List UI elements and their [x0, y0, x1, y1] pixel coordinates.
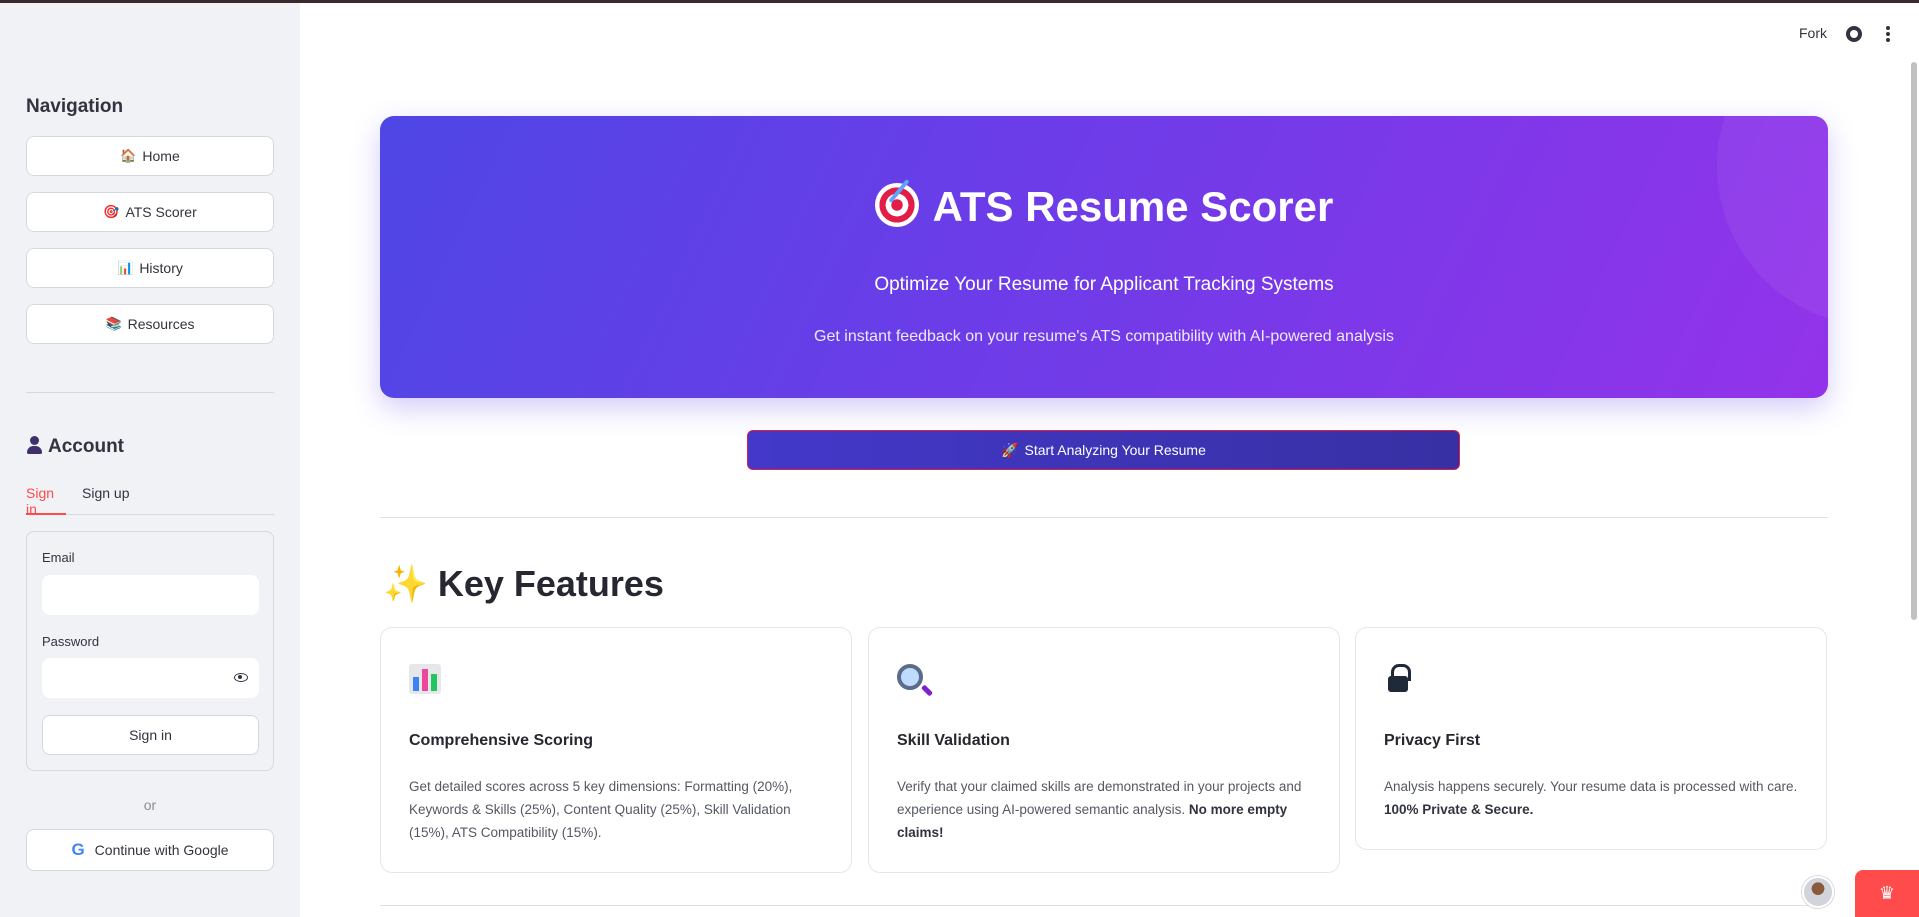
google-icon: G — [71, 840, 85, 859]
feature-title: Privacy First — [1384, 732, 1481, 749]
hero-title: ATS Resume Scorer — [380, 183, 1828, 231]
bar-chart-icon — [409, 664, 441, 694]
nav-button-ats-scorer[interactable]: 🎯 ATS Scorer — [26, 192, 274, 232]
crown-icon[interactable]: ♛ — [1855, 870, 1919, 917]
nav-label-resources: Resources — [127, 316, 195, 332]
books-icon: 📚 — [105, 316, 122, 331]
top-accent-line — [0, 0, 1919, 3]
fork-link[interactable]: Fork — [1799, 25, 1827, 41]
account-heading: Account — [26, 436, 124, 458]
start-analyzing-button[interactable]: 🚀 Start Analyzing Your Resume — [747, 430, 1460, 470]
lock-icon — [1388, 664, 1411, 692]
feature-description: Verify that your claimed skills are demo… — [897, 779, 1302, 840]
email-label: Email — [42, 550, 75, 565]
continue-with-google-button[interactable]: G Continue with Google — [26, 829, 274, 871]
person-icon — [26, 436, 42, 454]
start-analyzing-label: Start Analyzing Your Resume — [1024, 442, 1206, 458]
auth-tabs: Sign in Sign up — [26, 483, 274, 517]
tab-sign-in[interactable]: Sign in — [26, 483, 66, 517]
target-icon — [874, 183, 919, 227]
account-heading-text: Account — [48, 436, 124, 457]
key-features-heading: ✨ Key Features — [383, 563, 664, 605]
feature-card-skill-validation: Skill Validation Verify that your claime… — [868, 627, 1340, 873]
nav-button-home[interactable]: 🏠 Home — [26, 136, 274, 176]
scrollbar[interactable] — [1911, 62, 1917, 620]
nav-button-history[interactable]: 📊 History — [26, 248, 274, 288]
navigation-heading: Navigation — [26, 96, 124, 117]
google-button-label: Continue with Google — [94, 842, 229, 858]
rocket-icon: 🚀 — [1001, 441, 1019, 458]
nav-label-ats-scorer: ATS Scorer — [125, 204, 197, 220]
section-divider — [380, 517, 1828, 518]
github-icon[interactable] — [1846, 26, 1862, 42]
nav-label-history: History — [139, 260, 183, 276]
or-separator: or — [143, 797, 157, 813]
feature-title: Skill Validation — [897, 732, 1010, 749]
sparkles-icon: ✨ — [383, 563, 428, 604]
sign-in-button[interactable]: Sign in — [42, 715, 259, 755]
feature-card-privacy: Privacy First Analysis happens securely.… — [1355, 627, 1827, 850]
chart-icon: 📊 — [117, 260, 134, 275]
hero-title-text: ATS Resume Scorer — [932, 183, 1334, 230]
nav-button-resources[interactable]: 📚 Resources — [26, 304, 274, 344]
show-password-icon[interactable] — [234, 673, 248, 682]
user-avatar[interactable] — [1802, 876, 1834, 908]
sign-in-form: Email Password Sign in — [26, 531, 274, 771]
tab-sign-up[interactable]: Sign up — [82, 483, 129, 515]
feature-title: Comprehensive Scoring — [409, 732, 594, 749]
hero-description: Get instant feedback on your resume's AT… — [814, 328, 1394, 345]
key-features-title: Key Features — [437, 563, 664, 604]
feature-description: Analysis happens securely. Your resume d… — [1384, 779, 1798, 817]
hero-subtitle: Optimize Your Resume for Applicant Track… — [874, 274, 1334, 295]
target-icon: 🎯 — [103, 204, 120, 219]
email-field[interactable] — [42, 575, 259, 615]
feature-emphasis: 100% Private & Secure. — [1384, 802, 1534, 817]
nav-label-home: Home — [142, 148, 180, 164]
hero-banner: ATS Resume Scorer Optimize Your Resume f… — [380, 116, 1828, 398]
feature-card-scoring: Comprehensive Scoring Get detailed score… — [380, 627, 852, 873]
house-icon: 🏠 — [120, 148, 137, 163]
password-field[interactable] — [42, 658, 259, 698]
magnifier-icon — [897, 664, 923, 690]
more-menu-icon[interactable] — [1886, 26, 1890, 42]
bottom-divider — [380, 905, 1828, 906]
sidebar: Navigation 🏠 Home 🎯 ATS Scorer 📊 History… — [0, 0, 300, 917]
password-label: Password — [42, 634, 100, 649]
feature-description: Get detailed scores across 5 key dimensi… — [409, 779, 793, 840]
sidebar-divider — [26, 392, 274, 393]
